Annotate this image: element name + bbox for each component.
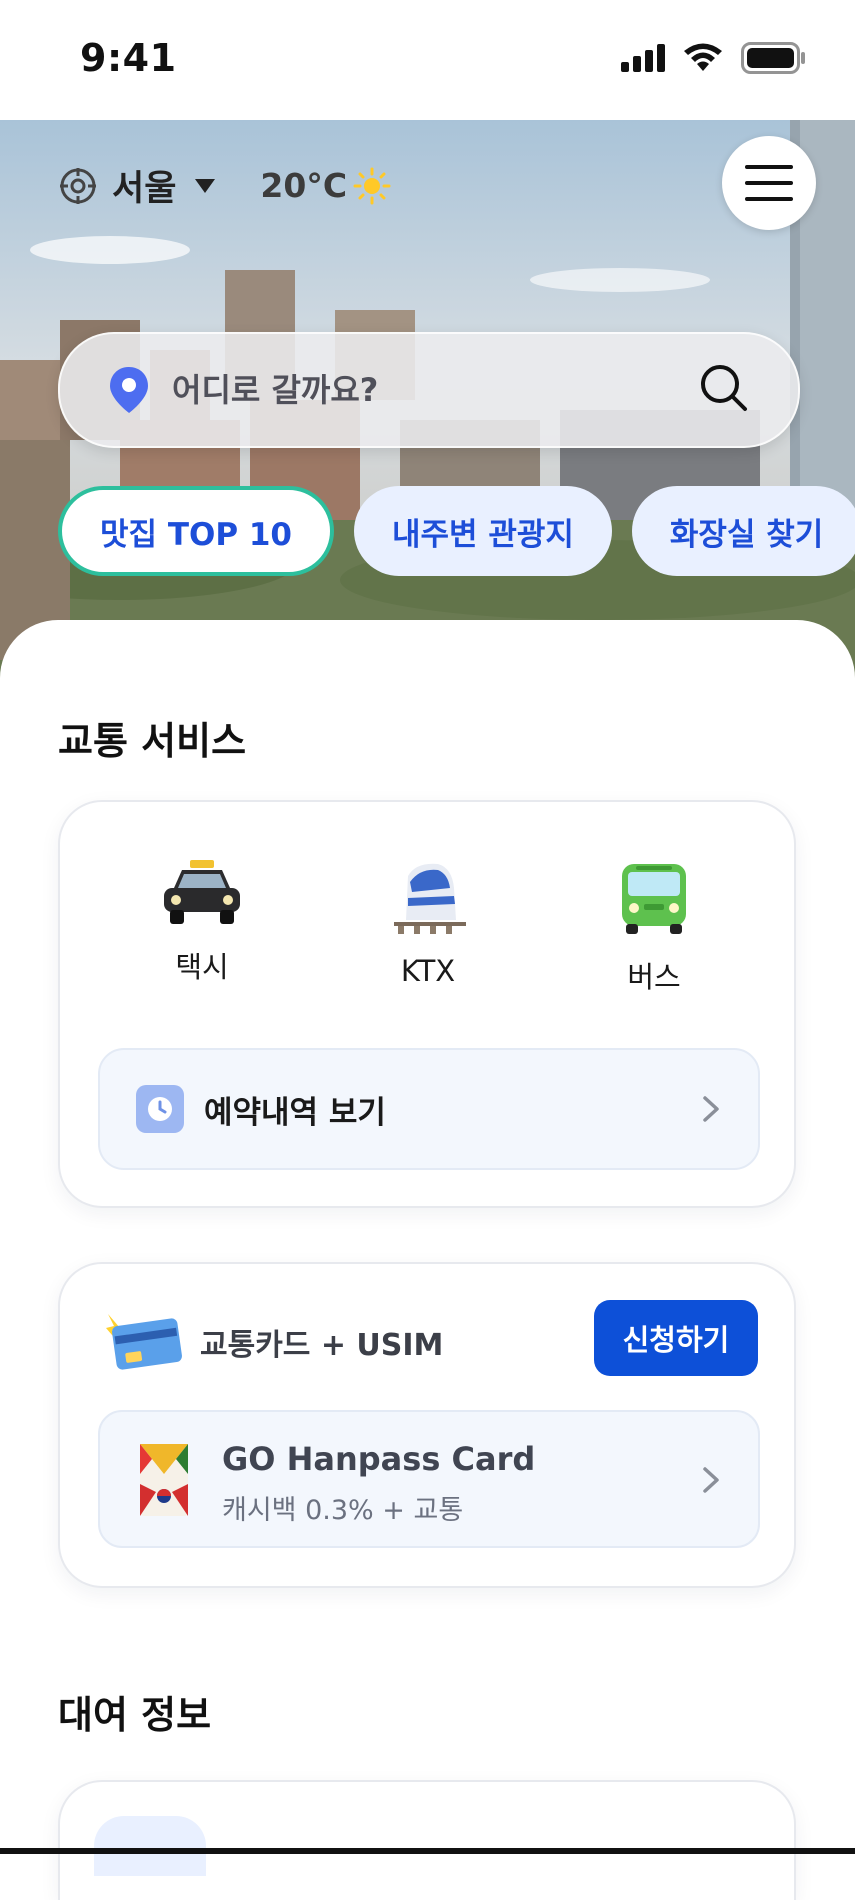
menu-button[interactable] bbox=[722, 136, 816, 230]
transit-card-title: 교통카드 + USIM bbox=[200, 1328, 444, 1363]
train-icon bbox=[394, 863, 466, 934]
chevron-right-icon bbox=[703, 1467, 719, 1493]
status-time: 9:41 bbox=[80, 36, 177, 80]
credit-card-icon bbox=[106, 1314, 182, 1370]
signal-icon bbox=[621, 44, 665, 72]
transport-card: 택시 KTX 버스 예약내역 보기 bbox=[58, 800, 796, 1208]
reservation-history-label: 예약내역 보기 bbox=[204, 1094, 386, 1131]
wifi-icon bbox=[684, 43, 722, 71]
transport-bus[interactable]: 버스 bbox=[594, 858, 714, 996]
reservation-history-button[interactable]: 예약내역 보기 bbox=[98, 1048, 760, 1170]
caret-down-icon bbox=[195, 178, 216, 193]
apply-button[interactable]: 신청하기 bbox=[594, 1300, 758, 1376]
chip-restaurants-top10[interactable]: 맛집 TOP 10 bbox=[58, 486, 334, 576]
city-label: 서울 bbox=[112, 169, 177, 209]
hero-banner: 서울 20°C 어디로 갈까요? 맛집 TOP 10 내주변 관광지 화장실 찾… bbox=[0, 120, 855, 680]
chevron-right-icon bbox=[703, 1096, 719, 1122]
search-input[interactable] bbox=[170, 370, 654, 410]
transit-card-usim-card: 교통카드 + USIM 신청하기 GO Hanpass Card 캐시백 0.3… bbox=[58, 1262, 796, 1588]
bus-label: 버스 bbox=[627, 960, 681, 994]
rental-section-title: 대여 정보 bbox=[58, 1693, 212, 1737]
status-icons bbox=[621, 42, 807, 74]
sun-icon bbox=[353, 167, 391, 204]
chip-find-restroom[interactable]: 화장실 찾기 bbox=[631, 486, 855, 576]
map-pin-icon bbox=[110, 367, 148, 413]
rental-card bbox=[58, 1780, 796, 1900]
quick-chips: 맛집 TOP 10 내주변 관광지 화장실 찾기 bbox=[58, 486, 855, 576]
status-bar: 9:41 bbox=[0, 0, 855, 120]
bus-icon bbox=[622, 864, 686, 934]
search-icon[interactable] bbox=[700, 364, 748, 412]
hanpass-card-description: 캐시백 0.3% + 교통 bbox=[222, 1495, 464, 1526]
taxi-label: 택시 bbox=[175, 950, 229, 984]
rental-icon bbox=[94, 1816, 206, 1876]
hanpass-card-name: GO Hanpass Card bbox=[222, 1440, 536, 1478]
clock-icon bbox=[136, 1085, 184, 1133]
transport-section-title: 교통 서비스 bbox=[58, 719, 247, 763]
temperature-label: 20°C bbox=[260, 166, 348, 205]
ktx-label: KTX bbox=[400, 954, 456, 988]
location-selector[interactable]: 서울 20°C bbox=[58, 160, 391, 211]
chip-nearby-attractions[interactable]: 내주변 관광지 bbox=[353, 486, 612, 576]
transport-taxi[interactable]: 택시 bbox=[142, 858, 262, 986]
hanpass-card-item[interactable]: GO Hanpass Card 캐시백 0.3% + 교통 bbox=[98, 1410, 760, 1548]
home-indicator bbox=[0, 1848, 855, 1854]
transport-ktx[interactable]: KTX bbox=[368, 858, 488, 988]
taxi-icon bbox=[164, 860, 240, 924]
search-bar[interactable] bbox=[58, 332, 800, 448]
content-sheet: 교통 서비스 택시 KTX 버스 예약내역 보기 교통카드 + USIM 신청하… bbox=[0, 620, 855, 1900]
location-target-icon bbox=[60, 167, 96, 204]
battery-icon bbox=[741, 42, 805, 74]
hamburger-icon bbox=[745, 165, 793, 201]
hanpass-card-icon bbox=[140, 1444, 188, 1516]
